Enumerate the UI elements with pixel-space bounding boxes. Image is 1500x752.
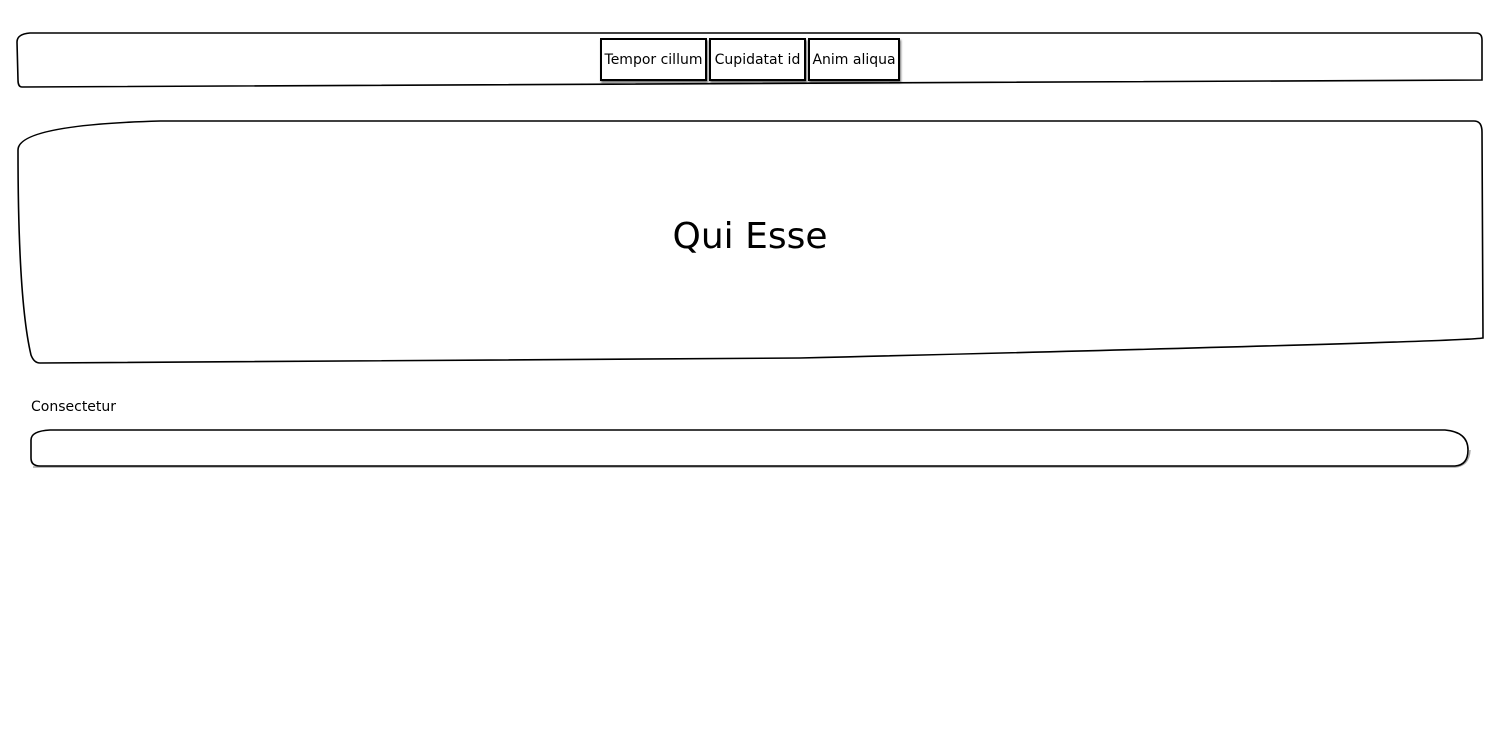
sketch-frames xyxy=(16,32,1484,468)
nav-button-group: Tempor cillum Cupidatat id Anim aliqua xyxy=(600,38,900,81)
nav-button-cupidatat-id[interactable]: Cupidatat id xyxy=(709,38,806,81)
text-field-label: Consectetur xyxy=(31,399,117,415)
hero-banner: Qui Esse xyxy=(17,121,1483,363)
text-input[interactable] xyxy=(33,431,1463,464)
page: Tempor cillum Cupidatat id Anim aliqua Q… xyxy=(0,0,1500,752)
hero-title: Qui Esse xyxy=(672,215,828,257)
nav-button-tempor-cillum[interactable]: Tempor cillum xyxy=(600,38,707,81)
top-nav-bar: Tempor cillum Cupidatat id Anim aliqua xyxy=(17,33,1483,88)
nav-button-anim-aliqua[interactable]: Anim aliqua xyxy=(808,38,900,81)
